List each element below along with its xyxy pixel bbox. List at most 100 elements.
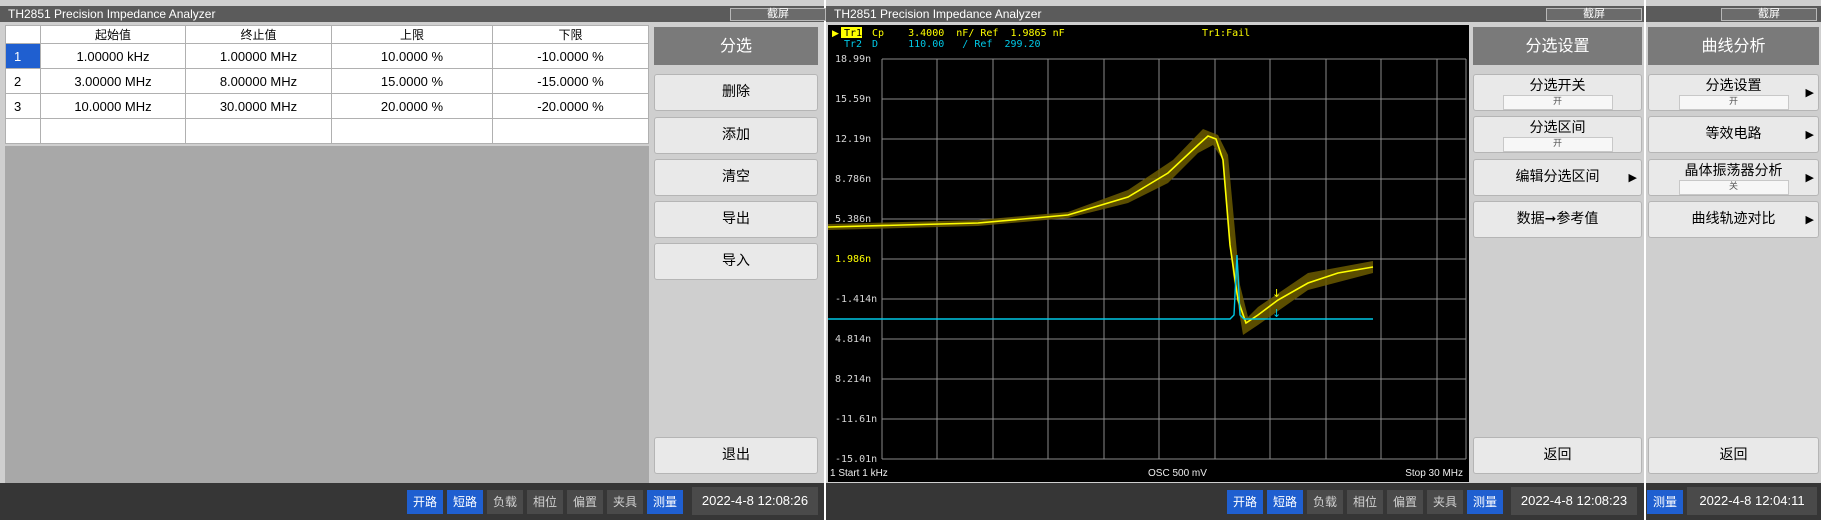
left-app-title: TH2851 Precision Impedance Analyzer xyxy=(8,7,216,21)
curve-compare-button[interactable]: 曲线轨迹对比 ▶ xyxy=(1648,201,1819,238)
row-index[interactable]: 3 xyxy=(5,93,41,119)
start-cell[interactable]: 10.0000 MHz xyxy=(40,93,186,119)
export-button[interactable]: 导出 xyxy=(654,201,818,238)
tr2-tag[interactable]: Tr2 xyxy=(844,39,862,50)
y-tick-label: 8.786n xyxy=(835,174,871,185)
edit-sort-range-button[interactable]: 编辑分选区间 ▶ xyxy=(1473,159,1642,196)
tr1-marker-icon: ▶ xyxy=(832,29,839,39)
exit-button[interactable]: 退出 xyxy=(654,437,818,474)
left-title-bar: TH2851 Precision Impedance Analyzer 截屏 xyxy=(0,6,826,22)
start-cell[interactable]: 3.00000 MHz xyxy=(40,68,186,94)
tolerance-band xyxy=(828,129,1373,335)
y-tick-label: 4.814n xyxy=(835,334,871,345)
upper-cell[interactable]: 10.0000 % xyxy=(331,43,493,69)
load-correction-button[interactable]: 负载 xyxy=(1307,490,1343,514)
submenu-arrow-icon: ▶ xyxy=(1805,128,1814,141)
tr2-readout: D 110.00 / Ref 299.20 xyxy=(872,39,1041,50)
table-row[interactable]: 3 10.0000 MHz 30.0000 MHz 20.0000 % -20.… xyxy=(5,93,649,119)
tr1-readout: Cp 3.4000 nF/ Ref 1.9865 nF xyxy=(872,28,1065,39)
y-tick-label: 12.19n xyxy=(835,134,871,145)
right-softkey-panel: 曲线分析 分选设置 开 ▶ 等效电路 ▶ 晶体振荡器分析 关 ▶ 曲线轨迹对比 … xyxy=(1646,25,1821,482)
tr1-marker-arrow-icon: ↓ xyxy=(1272,287,1281,300)
sort-range-label: 分选区间 xyxy=(1529,120,1586,136)
submenu-arrow-icon: ▶ xyxy=(1628,171,1637,184)
start-cell[interactable]: 1.00000 kHz xyxy=(40,43,186,69)
stop-cell[interactable]: 30.0000 MHz xyxy=(185,93,332,119)
sweep-stop: Stop 30 MHz xyxy=(1405,468,1463,479)
row-index[interactable]: 1 xyxy=(5,43,41,69)
impedance-trace-graph[interactable]: ▶ Tr1 Cp 3.4000 nF/ Ref 1.9865 nF Tr1:Fa… xyxy=(828,25,1469,482)
equiv-circuit-button[interactable]: 等效电路 ▶ xyxy=(1648,116,1819,153)
mid-screenshot-button[interactable]: 截屏 xyxy=(1546,8,1642,21)
measure-button[interactable]: 测量 xyxy=(1467,490,1503,514)
sort-switch-value: 开 xyxy=(1502,95,1613,110)
sort-settings-value: 开 xyxy=(1678,95,1789,110)
tr1-tag[interactable]: Tr1 xyxy=(844,28,862,39)
open-correction-button[interactable]: 开路 xyxy=(407,490,443,514)
y-tick-label-ref: 1.986n xyxy=(835,254,871,265)
upper-cell[interactable]: 15.0000 % xyxy=(331,68,493,94)
table-row[interactable]: 1 1.00000 kHz 1.00000 MHz 10.0000 % -10.… xyxy=(5,43,649,69)
col-start-header: 起始值 xyxy=(40,25,186,44)
sort-range-button[interactable]: 分选区间 开 xyxy=(1473,116,1642,153)
sort-switch-button[interactable]: 分选开关 开 xyxy=(1473,74,1642,111)
upper-cell[interactable]: 20.0000 % xyxy=(331,93,493,119)
fixture-button[interactable]: 夹具 xyxy=(1427,490,1463,514)
lower-cell[interactable]: -20.0000 % xyxy=(492,93,649,119)
import-button[interactable]: 导入 xyxy=(654,243,818,280)
start-cell[interactable] xyxy=(40,118,186,144)
back-button[interactable]: 返回 xyxy=(1473,437,1642,474)
right-screenshot-button[interactable]: 截屏 xyxy=(1721,8,1817,21)
equiv-circuit-label: 等效电路 xyxy=(1705,126,1762,142)
softkey-menu-title: 曲线分析 xyxy=(1648,27,1819,65)
lower-cell[interactable]: -10.0000 % xyxy=(492,43,649,69)
measure-button[interactable]: 测量 xyxy=(1647,490,1683,514)
delete-button[interactable]: 删除 xyxy=(654,74,818,111)
short-correction-button[interactable]: 短路 xyxy=(447,490,483,514)
y-tick-label: 15.59n xyxy=(835,94,871,105)
left-screenshot-button[interactable]: 截屏 xyxy=(730,8,826,21)
y-tick-label: 18.99n xyxy=(835,54,871,65)
right-status-bar: 测量 2022-4-8 12:04:11 xyxy=(1646,483,1821,520)
lower-cell[interactable]: -15.0000 % xyxy=(492,68,649,94)
y-tick-label: 8.214n xyxy=(835,374,871,385)
phase-button[interactable]: 相位 xyxy=(1347,490,1383,514)
sort-settings-button[interactable]: 分选设置 开 ▶ xyxy=(1648,74,1819,111)
load-correction-button[interactable]: 负载 xyxy=(487,490,523,514)
stop-cell[interactable]: 8.00000 MHz xyxy=(185,68,332,94)
submenu-arrow-icon: ▶ xyxy=(1805,86,1814,99)
tr1-status: Tr1:Fail xyxy=(1202,28,1250,39)
tr2-marker-arrow-icon: ↓ xyxy=(1272,307,1281,320)
lower-cell[interactable] xyxy=(492,118,649,144)
status-clock: 2022-4-8 12:08:23 xyxy=(1511,487,1637,515)
col-stop-header: 终止值 xyxy=(185,25,332,44)
bias-button[interactable]: 偏置 xyxy=(567,490,603,514)
crystal-analysis-label: 晶体振荡器分析 xyxy=(1684,163,1783,179)
softkey-menu-title: 分选 xyxy=(654,27,818,65)
trace-plot[interactable]: ▶ Tr1 Cp 3.4000 nF/ Ref 1.9865 nF Tr1:Fa… xyxy=(828,25,1469,482)
table-header-row: 起始值 终止值 上限 下限 xyxy=(5,25,649,44)
table-row[interactable]: 2 3.00000 MHz 8.00000 MHz 15.0000 % -15.… xyxy=(5,68,649,94)
measure-button[interactable]: 测量 xyxy=(647,490,683,514)
open-correction-button[interactable]: 开路 xyxy=(1227,490,1263,514)
bias-button[interactable]: 偏置 xyxy=(1387,490,1423,514)
short-correction-button[interactable]: 短路 xyxy=(1267,490,1303,514)
row-index[interactable]: 2 xyxy=(5,68,41,94)
back-button[interactable]: 返回 xyxy=(1648,437,1819,474)
phase-button[interactable]: 相位 xyxy=(527,490,563,514)
left-panel: TH2851 Precision Impedance Analyzer 截屏 起… xyxy=(0,0,826,520)
sort-range-table: 起始值 终止值 上限 下限 1 1.00000 kHz 1.00000 MHz … xyxy=(5,25,649,144)
table-empty-area xyxy=(5,146,649,486)
upper-cell[interactable] xyxy=(331,118,493,144)
crystal-analysis-button[interactable]: 晶体振荡器分析 关 ▶ xyxy=(1648,159,1819,196)
fixture-button[interactable]: 夹具 xyxy=(607,490,643,514)
add-button[interactable]: 添加 xyxy=(654,117,818,154)
mid-app-title: TH2851 Precision Impedance Analyzer xyxy=(834,7,1042,21)
row-index[interactable] xyxy=(5,118,41,144)
table-row-empty[interactable] xyxy=(5,118,649,144)
stop-cell[interactable]: 1.00000 MHz xyxy=(185,43,332,69)
data-to-ref-button[interactable]: 数据➞参考值 xyxy=(1473,201,1642,238)
status-clock: 2022-4-8 12:08:26 xyxy=(692,487,818,515)
clear-button[interactable]: 清空 xyxy=(654,159,818,196)
stop-cell[interactable] xyxy=(185,118,332,144)
